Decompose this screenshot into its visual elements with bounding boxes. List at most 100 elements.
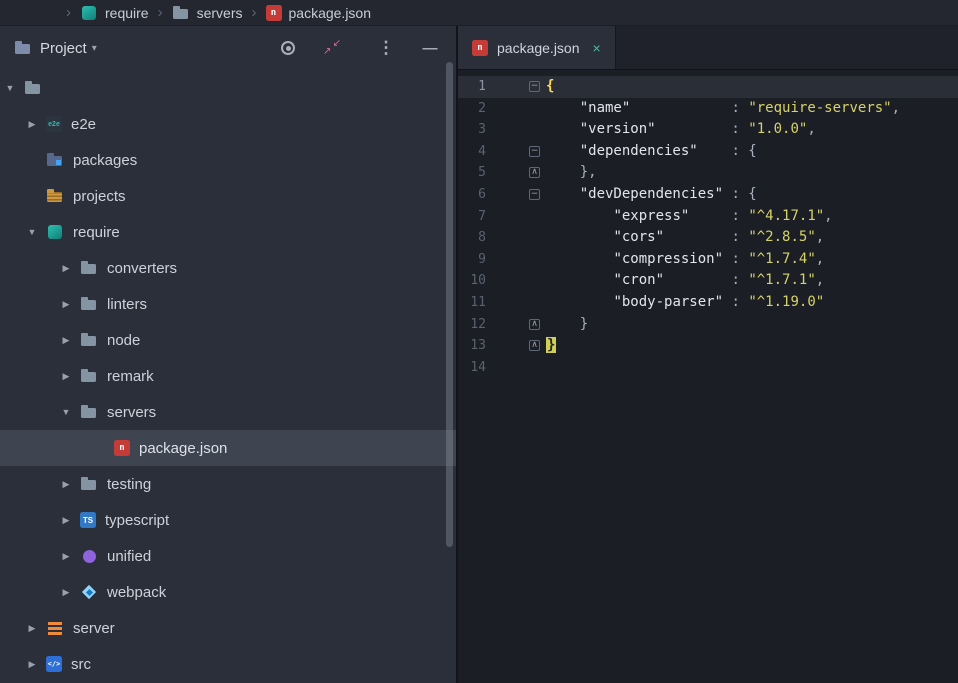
code-line[interactable]: 13 ∧} bbox=[458, 335, 958, 357]
panel-title: Project bbox=[40, 39, 87, 57]
tree-item-require[interactable]: ▼ require bbox=[0, 214, 456, 250]
chevron-right-icon[interactable]: ▶ bbox=[58, 551, 74, 562]
line-number: 10 bbox=[470, 273, 486, 289]
code-text[interactable]: "version" : "1.0.0", bbox=[546, 121, 816, 137]
folder-icon bbox=[24, 79, 42, 97]
code-text[interactable]: "cors" : "^2.8.5", bbox=[546, 229, 824, 245]
fold-start-icon[interactable]: − bbox=[529, 145, 540, 157]
tree-item-testing[interactable]: ▶ testing bbox=[0, 466, 456, 502]
chevron-down-icon[interactable]: ▼ bbox=[58, 407, 74, 417]
code-text[interactable]: } bbox=[546, 337, 557, 354]
code-line[interactable]: 10 "cron" : "^1.7.1", bbox=[458, 270, 958, 292]
collapse-all-button[interactable]: ↙ ↗ bbox=[320, 36, 344, 60]
breadcrumb: › require › servers › n package.json bbox=[0, 0, 958, 26]
locate-file-button[interactable] bbox=[276, 36, 300, 60]
chevron-right-icon[interactable]: ▶ bbox=[58, 299, 74, 310]
chevron-right-icon[interactable]: ▶ bbox=[58, 587, 74, 598]
chevron-right-icon[interactable]: ▶ bbox=[58, 515, 74, 526]
code-token: : bbox=[655, 121, 749, 138]
chevron-right-icon[interactable]: ▶ bbox=[58, 263, 74, 274]
close-tab-icon[interactable]: × bbox=[593, 40, 601, 56]
code-text[interactable]: { bbox=[546, 78, 554, 94]
code-line[interactable]: 4 − "dependencies" : { bbox=[458, 141, 958, 163]
tab-package-json[interactable]: n package.json × bbox=[458, 26, 616, 69]
tree-item-servers[interactable]: ▼ servers bbox=[0, 394, 456, 430]
code-line[interactable]: 3 "version" : "1.0.0", bbox=[458, 119, 958, 141]
tree-item-packages[interactable]: packages bbox=[0, 142, 456, 178]
tree-item-label: package.json bbox=[139, 439, 228, 457]
code-line[interactable]: 1 −{ bbox=[458, 76, 958, 98]
code-text[interactable]: "body-parser" : "^1.19.0" bbox=[546, 294, 824, 310]
code-token: , bbox=[807, 121, 816, 138]
chevron-right-icon[interactable]: ▶ bbox=[58, 335, 74, 346]
collapse-all-icon: ↙ ↗ bbox=[323, 39, 341, 57]
code-text[interactable]: "compression" : "^1.7.4", bbox=[546, 251, 824, 267]
chevron-right-icon[interactable]: ▶ bbox=[24, 623, 40, 634]
code-token: }, bbox=[546, 164, 597, 181]
code-text[interactable]: "name" : "require-servers", bbox=[546, 100, 900, 116]
line-number: 5 bbox=[478, 165, 486, 181]
hide-panel-button[interactable]: — bbox=[418, 36, 442, 60]
code-line[interactable]: 9 "compression" : "^1.7.4", bbox=[458, 249, 958, 271]
code-text[interactable]: "dependencies" : { bbox=[546, 143, 757, 159]
code-line[interactable]: 5 ∧ }, bbox=[458, 162, 958, 184]
tree-item-projects[interactable]: projects bbox=[0, 178, 456, 214]
chevron-right-icon[interactable]: ▶ bbox=[58, 479, 74, 490]
tree-item-node[interactable]: ▶ node bbox=[0, 322, 456, 358]
code-line[interactable]: 14 bbox=[458, 357, 958, 379]
code-line[interactable]: 8 "cors" : "^2.8.5", bbox=[458, 227, 958, 249]
tree-item-linters[interactable]: ▶ linters bbox=[0, 286, 456, 322]
chevron-down-icon[interactable]: ▼ bbox=[24, 227, 40, 237]
code-line[interactable]: 12 ∧ } bbox=[458, 314, 958, 336]
chevron-right-icon[interactable]: ▶ bbox=[24, 119, 40, 130]
breadcrumb-item-servers[interactable]: servers bbox=[172, 4, 243, 22]
tree-item-root[interactable]: ▼ bbox=[0, 70, 456, 106]
tree-item-e2e[interactable]: ▶ e2e e2e bbox=[0, 106, 456, 142]
tree-item-label: node bbox=[107, 331, 141, 349]
tree-item-unified[interactable]: ▶ unified bbox=[0, 538, 456, 574]
fold-start-icon[interactable]: − bbox=[529, 81, 540, 92]
code-line[interactable]: 7 "express" : "^4.17.1", bbox=[458, 206, 958, 228]
chevron-right-icon[interactable]: ▶ bbox=[58, 371, 74, 382]
code-text[interactable]: "express" : "^4.17.1", bbox=[546, 207, 833, 224]
code-token: } bbox=[546, 337, 557, 354]
fold-end-icon[interactable]: ∧ bbox=[529, 167, 540, 179]
code-text[interactable]: "devDependencies" : { bbox=[546, 186, 757, 202]
tree-item-typescript[interactable]: ▶ TS typescript bbox=[0, 502, 456, 538]
tree-item-package.json[interactable]: n package.json bbox=[0, 430, 456, 466]
line-number: 4 bbox=[478, 143, 486, 159]
code-line[interactable]: 2 "name" : "require-servers", bbox=[458, 98, 958, 120]
code-text[interactable]: }, bbox=[546, 164, 597, 180]
fold-end-icon[interactable]: ∧ bbox=[529, 318, 540, 330]
more-options-button[interactable]: ⋮ bbox=[374, 36, 398, 60]
code-token: "^1.19.0" bbox=[748, 293, 825, 310]
code-line[interactable]: 6 − "devDependencies" : { bbox=[458, 184, 958, 206]
tree-item-webpack[interactable]: ▶ webpack bbox=[0, 574, 456, 610]
code-token: , bbox=[815, 229, 825, 246]
code-text[interactable]: "cron" : "^1.7.1", bbox=[546, 272, 824, 288]
code-token: "1.0.0" bbox=[748, 121, 808, 138]
tree-item-label: require bbox=[73, 223, 120, 241]
chevron-down-icon[interactable]: ▼ bbox=[2, 83, 18, 93]
tree-item-src[interactable]: ▶ </> src bbox=[0, 646, 456, 682]
tree-item-server[interactable]: ▶ server bbox=[0, 610, 456, 646]
fold-end-icon[interactable]: ∧ bbox=[529, 340, 540, 352]
editor-tab-bar: n package.json × bbox=[458, 26, 958, 70]
code-token: "cors" bbox=[613, 229, 665, 246]
code-text[interactable]: } bbox=[546, 316, 588, 332]
tree-item-converters[interactable]: ▶ converters bbox=[0, 250, 456, 286]
breadcrumb-item-package-json[interactable]: n package.json bbox=[265, 4, 371, 21]
code-token: , bbox=[824, 207, 833, 224]
fold-start-icon[interactable]: − bbox=[529, 188, 540, 200]
arrow-glyph: ↗ bbox=[323, 46, 332, 57]
breadcrumb-item-require[interactable]: require bbox=[80, 4, 149, 22]
code-area[interactable]: 1−{2 "name" : "require-servers", 3 "versi… bbox=[458, 70, 958, 683]
require-icon bbox=[80, 4, 98, 22]
chevron-down-icon[interactable]: ▾ bbox=[92, 43, 97, 54]
breadcrumb-label: servers bbox=[196, 4, 243, 21]
tree-scrollbar-thumb[interactable] bbox=[446, 62, 453, 547]
chevron-right-icon[interactable]: ▶ bbox=[24, 659, 40, 670]
tree-item-remark[interactable]: ▶ remark bbox=[0, 358, 456, 394]
code-line[interactable]: 11 "body-parser" : "^1.19.0" bbox=[458, 292, 958, 314]
